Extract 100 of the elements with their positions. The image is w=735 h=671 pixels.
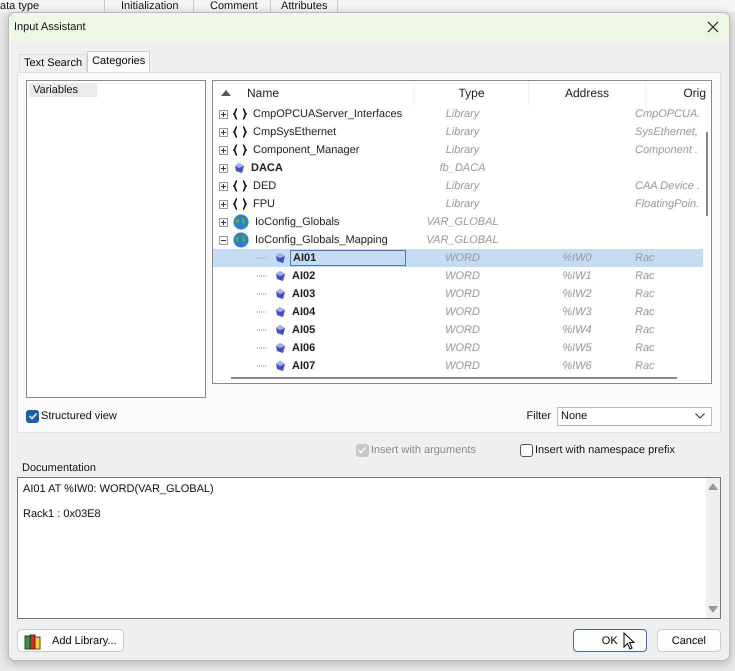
column-header[interactable]: Address bbox=[564, 86, 610, 100]
type-cell: VAR_GLOBAL bbox=[426, 234, 499, 246]
origin-cell: Rac bbox=[635, 324, 655, 336]
cube-icon bbox=[274, 360, 286, 372]
type-cell: WORD bbox=[445, 252, 480, 264]
tree-line bbox=[257, 275, 267, 277]
sort-up-icon bbox=[221, 90, 231, 96]
type-cell: WORD bbox=[445, 342, 480, 354]
tree-line bbox=[257, 347, 267, 349]
column-header[interactable]: Orig bbox=[683, 86, 706, 100]
type-cell: Library bbox=[446, 180, 480, 192]
origin-cell: Rac bbox=[635, 270, 655, 282]
item-name[interactable]: FPU bbox=[251, 197, 277, 211]
item-name[interactable]: AI04 bbox=[290, 305, 318, 319]
item-name[interactable]: DED bbox=[251, 179, 278, 193]
documentation-text: AI01 AT %IW0: WORD(VAR_GLOBAL) bbox=[23, 483, 215, 495]
type-cell: VAR_GLOBAL bbox=[426, 216, 499, 228]
item-name[interactable]: AI06 bbox=[290, 341, 318, 355]
expander-icon[interactable] bbox=[219, 218, 228, 226]
braces-icon bbox=[233, 126, 247, 138]
globe-icon bbox=[233, 214, 249, 230]
cube-icon bbox=[274, 288, 286, 300]
origin-cell: FloatingPoin. bbox=[635, 198, 700, 210]
cancel-button[interactable]: Cancel bbox=[656, 629, 721, 652]
checkbox-icon[interactable] bbox=[26, 410, 39, 422]
item-name[interactable]: AI03 bbox=[290, 287, 318, 301]
tree-line bbox=[257, 329, 267, 331]
namespace-prefix-checkbox[interactable]: Insert with namespace prefix bbox=[520, 442, 675, 458]
address-cell: %IW4 bbox=[562, 324, 592, 336]
type-cell: Library bbox=[446, 108, 480, 120]
tree-line bbox=[257, 365, 267, 367]
address-cell: %IW5 bbox=[562, 342, 592, 354]
cube-icon bbox=[274, 324, 286, 336]
address-cell: %IW2 bbox=[562, 288, 592, 300]
tree-line bbox=[257, 293, 267, 295]
documentation-text: Rack1 : 0x03E8 bbox=[23, 508, 102, 520]
tree-line bbox=[257, 311, 267, 313]
column-header[interactable]: Name bbox=[247, 86, 280, 100]
checkbox-icon[interactable] bbox=[520, 444, 533, 456]
origin-cell: Rac bbox=[635, 360, 655, 372]
origin-cell: CAA Device . bbox=[635, 180, 700, 192]
origin-cell: Rac bbox=[635, 288, 655, 300]
filter-dropdown[interactable]: None bbox=[557, 406, 712, 426]
globe-icon bbox=[233, 232, 249, 248]
item-name[interactable]: AI07 bbox=[290, 359, 318, 373]
expander-icon[interactable] bbox=[219, 182, 228, 190]
cube-icon bbox=[274, 306, 286, 318]
type-cell: WORD bbox=[445, 306, 480, 318]
origin-cell: Component . bbox=[635, 144, 698, 156]
type-cell: Library bbox=[446, 126, 480, 138]
type-cell: WORD bbox=[445, 270, 480, 282]
expander-icon[interactable] bbox=[219, 200, 228, 208]
filter-label: Filter bbox=[526, 410, 551, 422]
type-cell: Library bbox=[446, 198, 480, 210]
type-cell: fb_DACA bbox=[440, 162, 486, 174]
item-name[interactable]: CmpOPCUAServer_Interfaces bbox=[251, 107, 404, 121]
expander-icon[interactable] bbox=[219, 164, 228, 172]
item-name[interactable]: AI02 bbox=[290, 269, 318, 283]
cursor-icon bbox=[622, 632, 635, 650]
category-item[interactable]: Variables bbox=[29, 83, 97, 97]
braces-icon bbox=[233, 144, 247, 156]
expander-icon[interactable] bbox=[219, 236, 228, 244]
expander-icon[interactable] bbox=[219, 146, 228, 154]
expander-icon[interactable] bbox=[219, 128, 228, 136]
window-title: Input Assistant bbox=[14, 21, 87, 33]
origin-cell: CmpOPCUA. bbox=[635, 108, 700, 120]
address-cell: %IW6 bbox=[562, 360, 592, 372]
item-name[interactable]: DACA bbox=[249, 161, 285, 175]
ok-button[interactable]: OK bbox=[572, 629, 647, 652]
tab[interactable]: Categories bbox=[87, 51, 150, 72]
expander-icon[interactable] bbox=[219, 110, 228, 118]
origin-cell: Rac bbox=[635, 342, 655, 354]
item-name[interactable]: Component_Manager bbox=[251, 143, 362, 157]
tab[interactable]: Text Search bbox=[19, 54, 88, 72]
braces-icon bbox=[233, 198, 247, 210]
type-cell: WORD bbox=[445, 288, 480, 300]
cube-icon bbox=[274, 342, 286, 354]
structured-view-checkbox[interactable]: Structured view bbox=[26, 410, 527, 422]
origin-cell: SysEthernet, bbox=[635, 126, 698, 138]
origin-cell: Rac bbox=[635, 252, 655, 264]
braces-icon bbox=[233, 180, 247, 192]
close-icon[interactable] bbox=[707, 21, 719, 33]
item-name[interactable]: AI01 bbox=[290, 250, 406, 266]
column-header[interactable]: Type bbox=[458, 86, 484, 100]
cube-icon bbox=[274, 252, 286, 264]
item-name[interactable]: AI05 bbox=[290, 323, 318, 337]
origin-cell: Rac bbox=[635, 306, 655, 318]
cube-icon bbox=[233, 162, 245, 174]
chevron-down-icon bbox=[695, 413, 705, 419]
item-name[interactable]: CmpSysEthernet bbox=[251, 125, 338, 139]
address-cell: %IW0 bbox=[562, 252, 592, 264]
item-name[interactable]: IoConfig_Globals bbox=[253, 215, 342, 229]
type-cell: Library bbox=[446, 144, 480, 156]
type-cell: WORD bbox=[445, 324, 480, 336]
add-library-button[interactable]: Add Library... bbox=[17, 629, 124, 652]
braces-icon bbox=[233, 108, 247, 120]
documentation-label: Documentation bbox=[22, 462, 97, 474]
item-name[interactable]: IoConfig_Globals_Mapping bbox=[253, 233, 390, 247]
type-cell: WORD bbox=[445, 360, 480, 372]
tree-line bbox=[257, 257, 267, 259]
